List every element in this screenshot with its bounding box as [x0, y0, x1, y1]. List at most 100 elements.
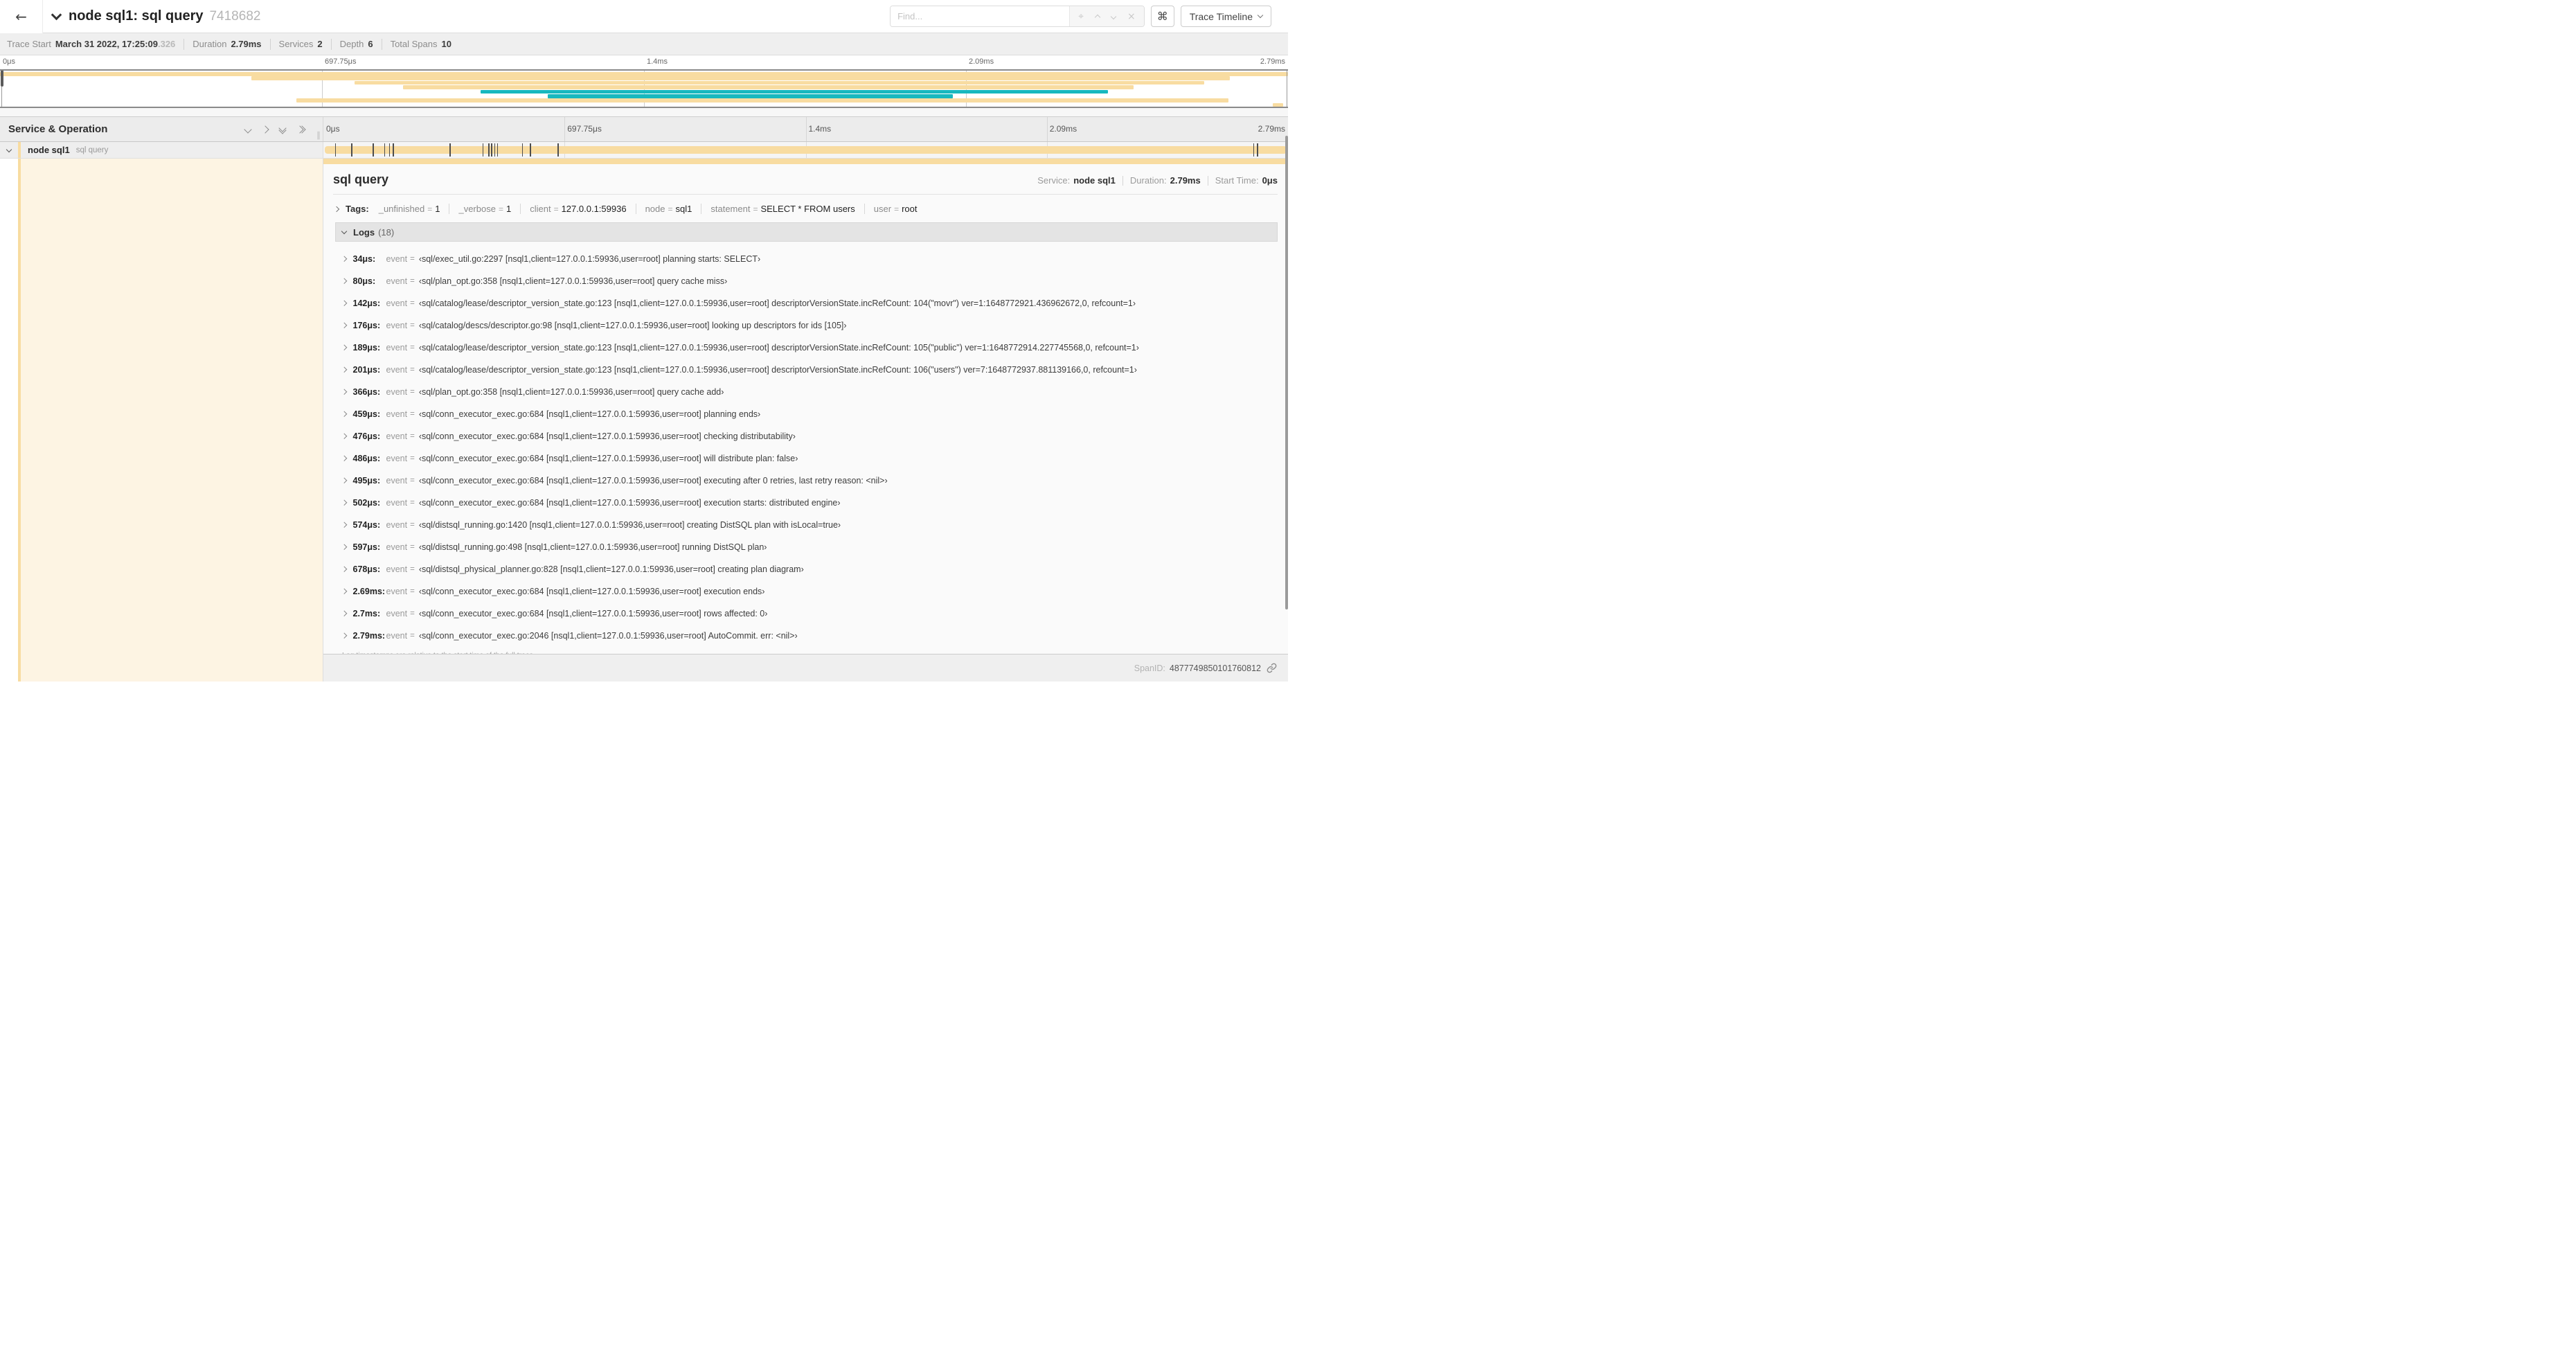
- log-timestamp: 2.69ms:: [352, 587, 386, 596]
- span-duration-bar[interactable]: [325, 146, 1287, 154]
- column-resizer-handle[interactable]: ∥: [316, 130, 321, 140]
- logs-collapse-icon: [341, 228, 348, 235]
- collapse-all-icon[interactable]: [278, 124, 287, 134]
- log-value: ‹sql/catalog/lease/descriptor_version_st…: [418, 343, 1139, 353]
- find-next-icon[interactable]: [1110, 13, 1117, 19]
- log-entry[interactable]: 176μs: event = ‹sql/catalog/descs/descripto…: [335, 314, 1278, 337]
- tag-value: 127.0.0.1:59936: [561, 204, 627, 214]
- log-entry[interactable]: 34μs: event = ‹sql/exec_util.go:2297 [nsql1…: [335, 248, 1278, 270]
- keyboard-shortcuts-button[interactable]: ⌘: [1150, 6, 1174, 27]
- log-entry[interactable]: 486μs: event = ‹sql/conn_executor_exec.go:6…: [335, 447, 1278, 470]
- tags-accordion[interactable]: Tags: _unfinished = 1 _verbose = 1 client = 127.…: [333, 204, 1278, 214]
- log-entry[interactable]: 189μs: event = ‹sql/catalog/lease/descripto…: [335, 337, 1278, 359]
- collapse-one-icon[interactable]: [244, 125, 252, 134]
- find-prev-icon[interactable]: [1094, 14, 1101, 21]
- tag-item: _verbose = 1: [458, 204, 511, 214]
- log-value: ‹sql/catalog/lease/descriptor_version_st…: [418, 299, 1136, 308]
- log-entry[interactable]: 80μs: event = ‹sql/plan_opt.go:358 [nsql1,c…: [335, 270, 1278, 292]
- locate-icon[interactable]: ⌖: [1078, 12, 1084, 21]
- log-entry[interactable]: 2.7ms: event = ‹sql/conn_executor_exec.go:6…: [335, 603, 1278, 625]
- minimap-span-bar: [1272, 103, 1283, 107]
- log-entry[interactable]: 597μs: event = ‹sql/distsql_running.go:498 …: [335, 536, 1278, 558]
- minimap-span-bar: [403, 85, 1134, 89]
- find-input[interactable]: [891, 6, 1070, 26]
- log-entry[interactable]: 142μs: event = ‹sql/catalog/lease/descripto…: [335, 292, 1278, 314]
- log-field-name: event: [386, 520, 408, 530]
- log-timestamp: 678μs:: [352, 564, 381, 574]
- detail-left-column: [0, 159, 323, 682]
- trace-timeline-page: ← node sql1: sql query 7418682 ⌖ × ⌘ Tra…: [0, 0, 1288, 682]
- span-name-cell[interactable]: node sql1 sql query: [0, 142, 323, 158]
- log-entry[interactable]: 574μs: event = ‹sql/distsql_running.go:1420…: [335, 514, 1278, 536]
- log-marker-tick: [393, 143, 394, 157]
- log-timestamp: 34μs:: [352, 254, 376, 264]
- tick-label: 2.79ms: [1260, 57, 1285, 66]
- tag-separator: [864, 204, 865, 214]
- tags-label: Tags:: [346, 204, 369, 214]
- summary-item: Trace Start March 31 2022, 17:25:09.326: [7, 39, 175, 49]
- tick-label: 697.75μs: [325, 57, 357, 66]
- timeline-minimap: 0μs 697.75μs 1.4ms 2.09ms 2.79ms: [0, 55, 1288, 108]
- tick-label: 0μs: [3, 57, 15, 66]
- log-entry[interactable]: 476μs: event = ‹sql/conn_executor_exec.go:6…: [335, 425, 1278, 447]
- meta-separator: [1122, 175, 1123, 186]
- log-expand-icon: [341, 411, 347, 417]
- find-clear-icon[interactable]: ×: [1127, 12, 1136, 21]
- log-marker-tick: [557, 143, 559, 157]
- back-button[interactable]: ←: [0, 0, 43, 33]
- expand-all-icon[interactable]: [296, 125, 306, 134]
- log-expand-icon: [341, 611, 347, 616]
- log-timestamp: 574μs:: [352, 520, 381, 530]
- vertical-scrollbar[interactable]: [1285, 136, 1288, 609]
- summary-item-value: 2: [317, 39, 323, 49]
- span-collapse-icon[interactable]: [6, 146, 12, 152]
- log-field-name: event: [386, 542, 408, 552]
- timeline-axis: 0μs 697.75μs 1.4ms 2.09ms 2.79ms: [323, 117, 1288, 141]
- span-row[interactable]: node sql1 sql query: [0, 142, 1288, 158]
- span-id-label: SpanID:: [1134, 663, 1165, 673]
- tick-label: 0μs: [326, 124, 340, 134]
- tag-key: _unfinished: [378, 204, 425, 214]
- log-marker-tick: [491, 143, 492, 157]
- deep-link-icon[interactable]: [1267, 663, 1277, 673]
- meta-label: Service:: [1037, 175, 1071, 186]
- trace-title-toggle[interactable]: node sql1: sql query 7418682: [51, 8, 890, 24]
- log-entry[interactable]: 459μs: event = ‹sql/conn_executor_exec.go:6…: [335, 403, 1278, 425]
- log-entry[interactable]: 495μs: event = ‹sql/conn_executor_exec.go:6…: [335, 470, 1278, 492]
- minimap-canvas[interactable]: [0, 69, 1288, 108]
- tag-equals: =: [753, 204, 758, 214]
- log-entry[interactable]: 678μs: event = ‹sql/distsql_physical_planne…: [335, 558, 1278, 580]
- log-entry[interactable]: 2.69ms: event = ‹sql/conn_executor_exec.go:…: [335, 580, 1278, 603]
- log-entry[interactable]: 2.79ms: event = ‹sql/conn_executor_exec.go:…: [335, 625, 1278, 647]
- page-title: node sql1: sql query: [69, 8, 204, 24]
- log-marker-tick: [384, 143, 386, 157]
- log-value: ‹sql/plan_opt.go:358 [nsql1,client=127.0…: [418, 276, 728, 286]
- log-entry[interactable]: 502μs: event = ‹sql/conn_executor_exec.go:6…: [335, 492, 1278, 514]
- minimap-span-bar: [251, 76, 1231, 80]
- log-entry[interactable]: 366μs: event = ‹sql/plan_opt.go:358 [nsql1,…: [335, 381, 1278, 403]
- grid-line: [564, 117, 566, 141]
- log-value: ‹sql/distsql_running.go:498 [nsql1,clien…: [418, 542, 767, 552]
- minimap-left-scrubber-handle[interactable]: [1, 71, 3, 87]
- view-selector-button[interactable]: Trace Timeline: [1180, 6, 1271, 27]
- log-marker-tick: [373, 143, 374, 157]
- log-field-name: event: [386, 254, 408, 264]
- span-bar-cell[interactable]: [323, 142, 1288, 158]
- view-selector-label: Trace Timeline: [1189, 10, 1253, 22]
- page-header: ← node sql1: sql query 7418682 ⌖ × ⌘ Tra…: [0, 0, 1288, 33]
- log-marker-tick: [488, 143, 490, 157]
- summary-item: Total Spans 10: [391, 39, 451, 49]
- log-equals: =: [410, 299, 415, 308]
- span-detail-meta: Service: node sql1 Duration: 2.79ms Start Ti…: [1037, 175, 1278, 186]
- log-entry[interactable]: 201μs: event = ‹sql/catalog/lease/descripto…: [335, 359, 1278, 381]
- tag-item: node = sql1: [645, 204, 692, 214]
- log-equals: =: [410, 410, 415, 418]
- tag-item: user = root: [874, 204, 918, 214]
- expand-one-icon[interactable]: [261, 125, 269, 134]
- service-operation-header: Service & Operation ∥: [0, 117, 323, 141]
- log-expand-icon: [341, 434, 347, 439]
- log-marker-tick: [1257, 143, 1258, 157]
- log-expand-icon: [341, 301, 347, 306]
- logs-accordion-header[interactable]: Logs (18): [335, 222, 1278, 242]
- tag-value: SELECT * FROM users: [760, 204, 855, 214]
